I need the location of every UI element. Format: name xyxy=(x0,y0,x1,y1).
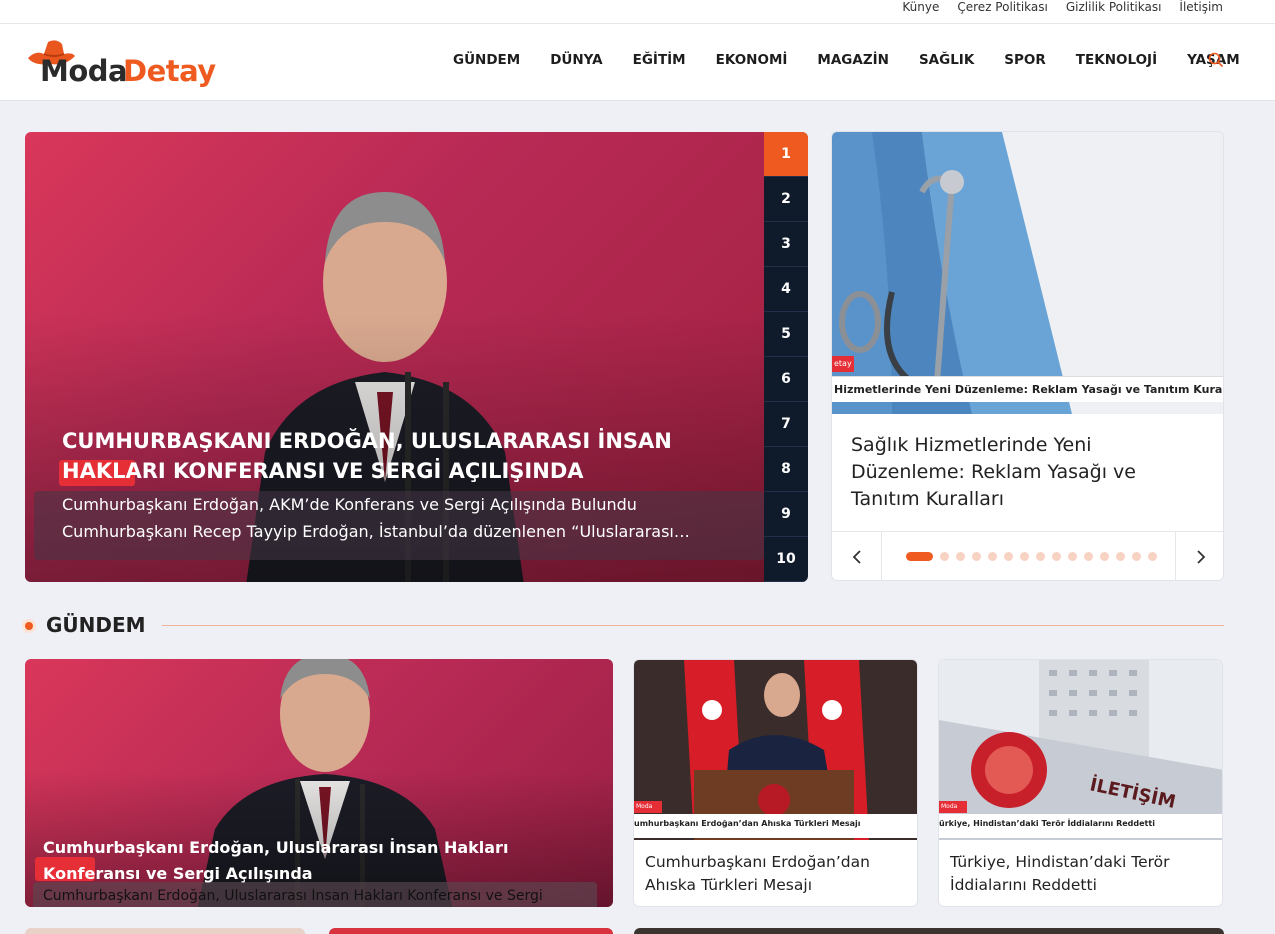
news-card-caption-text: umhurbaşkanı Erdoğan’dan Ahıska Türkleri… xyxy=(634,819,861,828)
carousel-dot[interactable] xyxy=(1068,552,1077,561)
slide-number-8[interactable]: 8 xyxy=(764,447,808,492)
slide-number-5[interactable]: 5 xyxy=(764,312,808,357)
carousel-dot[interactable] xyxy=(1004,552,1013,561)
main-nav: GÜNDEM DÜNYA EĞİTİM EKONOMİ MAGAZİN SAĞL… xyxy=(453,52,1270,68)
chevron-right-icon xyxy=(1196,550,1205,564)
carousel-dot[interactable] xyxy=(1084,552,1093,561)
side-news-image[interactable]: etay Hizmetlerinde Yeni Düzenleme: Rekla… xyxy=(832,132,1224,414)
main-header: Moda Detay GÜNDEM DÜNYA EĞİTİM EKONOMİ M… xyxy=(0,24,1275,101)
hero-slide[interactable]: CUMHURBAŞKANI ERDOĞAN, ULUSLARARASI İNSA… xyxy=(25,132,765,582)
carousel-next-button[interactable] xyxy=(1175,532,1223,580)
nav-saglik[interactable]: SAĞLIK xyxy=(919,52,974,68)
nav-ekonomi[interactable]: EKONOMİ xyxy=(716,52,788,68)
carousel-dot[interactable] xyxy=(1148,552,1157,561)
carousel-prev-button[interactable] xyxy=(832,532,882,580)
carousel-controls xyxy=(832,531,1223,580)
nav-dunya[interactable]: DÜNYA xyxy=(550,52,602,68)
news-card-caption: ürkiye, Hindistan’daki Terör İddialarını… xyxy=(939,814,1222,838)
carousel-dot[interactable] xyxy=(1100,552,1109,561)
search-icon[interactable] xyxy=(1208,52,1224,68)
slide-number-list: 1 2 3 4 5 6 7 8 9 10 xyxy=(764,132,808,582)
featured-news-card[interactable]: Cumhurbaşkanı Erdoğan, Uluslararası İnsa… xyxy=(25,659,613,907)
side-news-title[interactable]: Sağlık Hizmetlerinde Yeni Düzenleme: Rek… xyxy=(851,432,1201,513)
nav-spor[interactable]: SPOR xyxy=(1004,52,1046,68)
side-mini-badge: etay xyxy=(832,356,854,372)
side-image-caption: Hizmetlerinde Yeni Düzenleme: Reklam Yas… xyxy=(832,376,1224,402)
hero-description-line2: Cumhurbaşkanı Recep Tayyip Erdoğan, İsta… xyxy=(62,522,690,541)
news-card-caption: umhurbaşkanı Erdoğan’dan Ahıska Türkleri… xyxy=(634,814,917,838)
news-card-mini-badge: Moda Detay xyxy=(634,801,662,822)
site-logo[interactable]: Moda Detay xyxy=(26,38,246,88)
featured-news-description: Cumhurbaşkanı Erdoğan, Uluslararası İnsa… xyxy=(43,888,543,904)
news-card-image: İLETİŞİM Moda Detay ürkiye, Hindistan’da… xyxy=(939,660,1222,840)
carousel-dot[interactable] xyxy=(940,552,949,561)
news-card-title[interactable]: Türkiye, Hindistan’daki Terör İddiaların… xyxy=(950,851,1215,897)
nav-teknoloji[interactable]: TEKNOLOJİ xyxy=(1076,52,1157,68)
news-card-caption-text: ürkiye, Hindistan’daki Terör İddialarını… xyxy=(939,819,1155,828)
slide-number-7[interactable]: 7 xyxy=(764,402,808,447)
featured-news-title[interactable]: Cumhurbaşkanı Erdoğan, Uluslararası İnsa… xyxy=(43,835,603,887)
section-heading-gundem: GÜNDEM xyxy=(22,612,1224,640)
carousel-dot[interactable] xyxy=(1036,552,1045,561)
link-cerez[interactable]: Çerez Politikası xyxy=(957,0,1047,14)
podium-flags-image xyxy=(634,660,917,840)
next-row-card[interactable] xyxy=(25,928,305,934)
chevron-left-icon xyxy=(852,550,861,564)
carousel-dots xyxy=(906,552,1157,561)
news-card-image: Moda Detay umhurbaşkanı Erdoğan’dan Ahıs… xyxy=(634,660,917,840)
section-title[interactable]: GÜNDEM xyxy=(46,613,146,637)
top-bar: Künye Çerez Politikası Gizlilik Politika… xyxy=(0,0,1275,24)
slide-number-3[interactable]: 3 xyxy=(764,222,808,267)
carousel-dot[interactable] xyxy=(1052,552,1061,561)
news-card[interactable]: İLETİŞİM Moda Detay ürkiye, Hindistan’da… xyxy=(938,659,1223,907)
link-kunye[interactable]: Künye xyxy=(902,0,939,14)
building-image: İLETİŞİM xyxy=(939,660,1222,840)
news-card[interactable]: Moda Detay umhurbaşkanı Erdoğan’dan Ahıs… xyxy=(633,659,918,907)
carousel-dot[interactable] xyxy=(956,552,965,561)
nav-magazin[interactable]: MAGAZİN xyxy=(817,52,889,68)
slide-number-2[interactable]: 2 xyxy=(764,177,808,222)
carousel-dot[interactable] xyxy=(1116,552,1125,561)
news-card-mini-badge: Moda Detay xyxy=(939,801,967,822)
carousel-dot[interactable] xyxy=(988,552,997,561)
section-divider xyxy=(162,625,1224,626)
news-card-title[interactable]: Cumhurbaşkanı Erdoğan’dan Ahıska Türkler… xyxy=(645,851,910,897)
slide-number-6[interactable]: 6 xyxy=(764,357,808,402)
nav-gundem[interactable]: GÜNDEM xyxy=(453,52,520,68)
hero-description-line1: Cumhurbaşkanı Erdoğan, AKM’de Konferans … xyxy=(62,495,637,514)
logo-text-part2: Detay xyxy=(123,54,216,88)
carousel-dot[interactable] xyxy=(906,552,933,561)
carousel-dot[interactable] xyxy=(1132,552,1141,561)
slide-number-4[interactable]: 4 xyxy=(764,267,808,312)
section-bullet-icon xyxy=(22,619,36,633)
nav-egitim[interactable]: EĞİTİM xyxy=(633,52,686,68)
slide-number-10[interactable]: 10 xyxy=(764,537,808,582)
side-carousel: etay Hizmetlerinde Yeni Düzenleme: Rekla… xyxy=(831,131,1224,581)
link-iletisim[interactable]: İletişim xyxy=(1179,0,1223,14)
stethoscope-image xyxy=(832,132,1223,414)
link-gizlilik[interactable]: Gizlilik Politikası xyxy=(1066,0,1162,14)
carousel-dot[interactable] xyxy=(972,552,981,561)
hero-title[interactable]: CUMHURBAŞKANI ERDOĞAN, ULUSLARARASI İNSA… xyxy=(62,426,742,486)
top-links: Künye Çerez Politikası Gizlilik Politika… xyxy=(902,0,1223,14)
slide-number-1[interactable]: 1 xyxy=(764,132,808,177)
next-row-card[interactable] xyxy=(329,928,613,934)
next-row-card[interactable] xyxy=(634,928,1224,934)
side-image-caption-text: Hizmetlerinde Yeni Düzenleme: Reklam Yas… xyxy=(834,383,1224,396)
slide-number-9[interactable]: 9 xyxy=(764,492,808,537)
carousel-dot[interactable] xyxy=(1020,552,1029,561)
logo-text-part1: Moda xyxy=(40,54,128,88)
